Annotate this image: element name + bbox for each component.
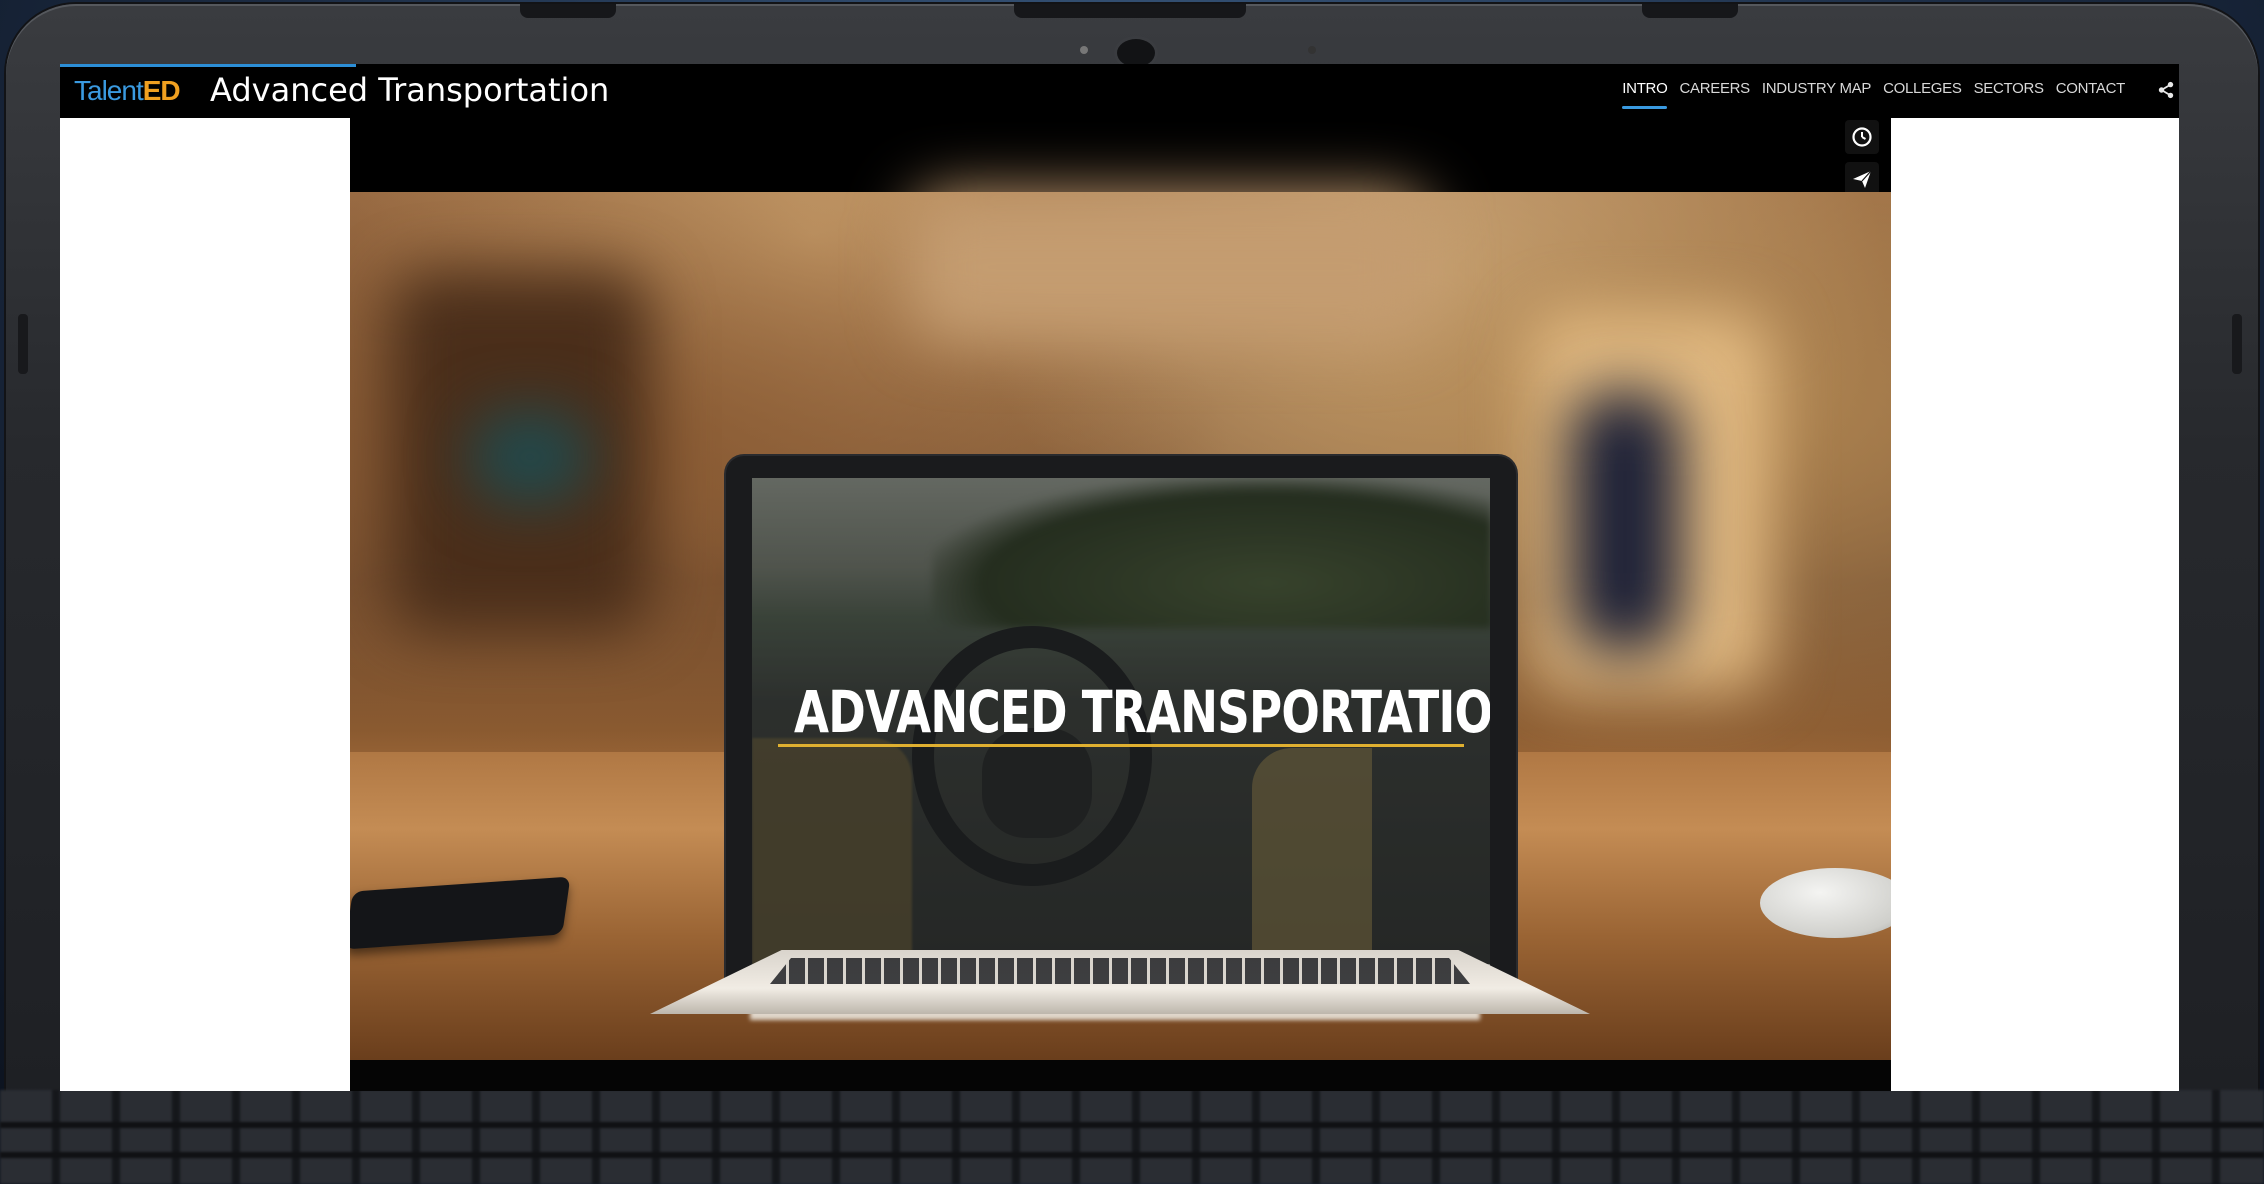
laptop-keys	[770, 958, 1470, 984]
intro-video[interactable]: ADVANCED TRANSPORTATION	[350, 118, 1891, 1091]
bezel-notch-center	[1014, 4, 1246, 18]
page-title: Advanced Transportation	[210, 71, 610, 109]
nav-colleges[interactable]: COLLEGES	[1883, 80, 1962, 97]
top-navbar: TalentED Advanced Transportation INTRO C…	[60, 64, 2179, 118]
history-button[interactable]	[1845, 120, 1879, 154]
camera-sensor	[1308, 46, 1316, 54]
keyboard-row-separator	[0, 1152, 2264, 1158]
background-blur	[1570, 392, 1680, 652]
background-blur	[910, 192, 1430, 342]
bezel-bump-right	[2232, 314, 2242, 374]
send-button[interactable]	[1845, 162, 1879, 196]
topbar-accent-line	[60, 64, 356, 67]
background-blur	[470, 412, 590, 502]
physical-keyboard	[0, 1090, 2264, 1184]
bezel-bump-left	[18, 314, 28, 374]
nav-industry-map[interactable]: INDUSTRY MAP	[1762, 80, 1872, 97]
title-underline	[778, 744, 1464, 747]
logo-ed: ED	[142, 75, 181, 106]
share-icon[interactable]	[2157, 81, 2175, 99]
keyboard-row-separator	[0, 1122, 2264, 1128]
clock-icon	[1852, 127, 1872, 147]
nav-contact[interactable]: CONTACT	[2056, 80, 2126, 97]
paper-plane-icon	[1853, 170, 1872, 188]
nav-sectors[interactable]: SECTORS	[1974, 80, 2044, 97]
bezel-notch-right	[1642, 4, 1738, 18]
bezel-notch-left	[520, 4, 616, 18]
talented-logo[interactable]: TalentED	[74, 75, 181, 107]
logo-talent: Talent	[74, 75, 144, 106]
video-bottom-bar	[350, 1060, 1891, 1091]
screen: TalentED Advanced Transportation INTRO C…	[60, 64, 2179, 1091]
video-title: ADVANCED TRANSPORTATION	[794, 678, 1490, 746]
camera-indicator	[1080, 46, 1088, 54]
video-frame: ADVANCED TRANSPORTATION	[350, 192, 1891, 1060]
laptop-screen-image: ADVANCED TRANSPORTATION	[752, 478, 1490, 974]
main-nav: INTRO CAREERS INDUSTRY MAP COLLEGES SECT…	[1622, 80, 2126, 109]
nav-intro[interactable]: INTRO	[1622, 80, 1668, 109]
nav-careers[interactable]: CAREERS	[1679, 80, 1750, 97]
